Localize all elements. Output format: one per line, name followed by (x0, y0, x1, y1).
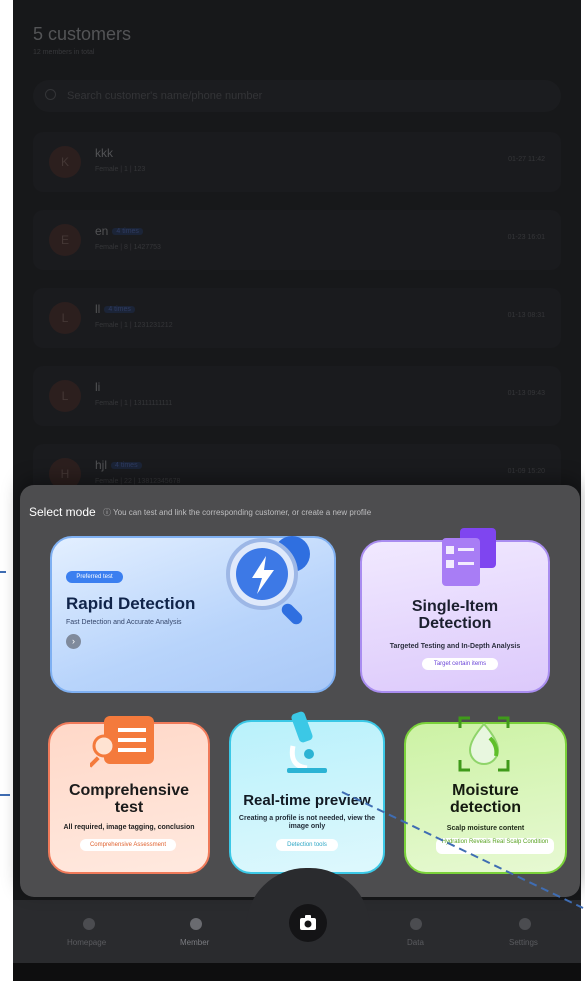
nav-settings[interactable]: Settings (509, 938, 538, 947)
nav-member[interactable]: Member (180, 938, 209, 947)
checklist-icon (442, 528, 496, 586)
info-icon: ⓘ (103, 508, 114, 517)
system-bar (13, 963, 581, 981)
data-icon (410, 918, 422, 930)
camera-button[interactable] (289, 904, 327, 942)
report-icon (90, 716, 154, 768)
comprehensive-pill: Comprehensive Assessment (80, 839, 176, 851)
sheet-title: Select mode (29, 505, 96, 519)
nav-homepage[interactable]: Homepage (67, 938, 106, 947)
rapid-title: Rapid Detection (66, 594, 196, 613)
comprehensive-desc: All required, image tagging, conclusion (63, 824, 195, 831)
rapid-desc: Fast Detection and Accurate Analysis (66, 619, 182, 626)
annotation-dash (0, 571, 6, 573)
home-icon (83, 918, 95, 930)
realtime-pill: Detection tools (276, 839, 338, 851)
single-pill: Target certain items (422, 658, 498, 670)
comprehensive-title: Comprehensive test (68, 782, 190, 816)
preferred-badge: Preferred test (66, 571, 123, 583)
nav-data[interactable]: Data (407, 938, 424, 947)
settings-icon (519, 918, 531, 930)
lightning-magnifier-icon (226, 536, 310, 625)
annotation-dash (0, 794, 10, 796)
arrow-right-icon[interactable]: › (66, 634, 81, 649)
annotation-dashed-line (341, 791, 584, 909)
camera-icon (300, 915, 316, 930)
single-desc: Targeted Testing and In-Depth Analysis (389, 643, 521, 650)
member-icon (190, 918, 202, 930)
water-drop-scan-icon (458, 716, 510, 772)
microscope-icon (287, 711, 327, 773)
single-title: Single-Item Detection (411, 598, 499, 632)
sheet-hint: ⓘ You can test and link the correspondin… (103, 508, 372, 517)
